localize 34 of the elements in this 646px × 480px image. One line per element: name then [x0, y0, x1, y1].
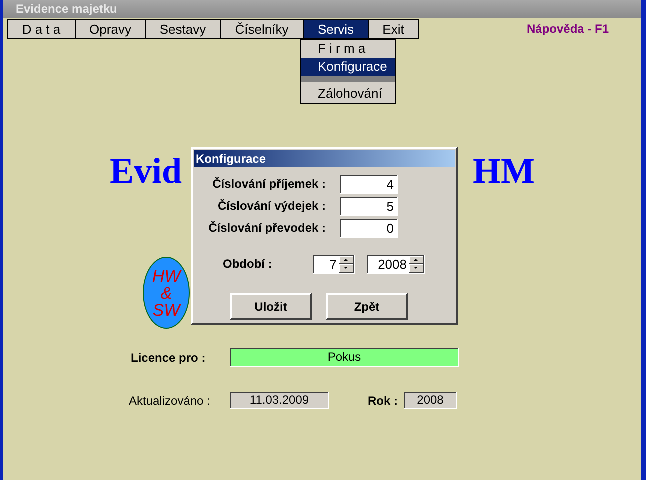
year-spinner[interactable]: 2008 — [367, 254, 425, 274]
logo-text: SW — [152, 302, 180, 318]
input-field[interactable]: 4 — [340, 174, 398, 194]
month-spinner[interactable]: 7 — [313, 254, 355, 274]
window-title: Evidence majetku — [16, 2, 118, 16]
menu-item[interactable]: Opravy — [76, 20, 146, 38]
menu-option[interactable]: Zálohování — [301, 85, 395, 103]
updated-label: Aktualizováno : — [129, 394, 212, 408]
menu-item[interactable]: D a t a — [8, 20, 76, 38]
field-label: Číslování příjemek : — [212, 177, 326, 191]
menu-item[interactable]: Exit — [369, 20, 418, 38]
logo-text: & — [160, 284, 172, 302]
menu-item[interactable]: Servis — [304, 20, 369, 38]
year-label: Rok : — [368, 394, 398, 408]
dialog-button[interactable]: Uložit — [230, 293, 312, 320]
field-label: Číslování převodek : — [208, 221, 326, 235]
field-label: Číslování výdejek : — [216, 199, 326, 213]
licence-label: Licence pro : — [131, 350, 207, 364]
dialog-button[interactable]: Zpět — [326, 293, 408, 320]
updated-field: 11.03.2009 — [230, 392, 329, 409]
dialog-title: Konfigurace — [196, 152, 266, 166]
app-heading: Evid — [110, 151, 182, 191]
menu-item[interactable]: Sestavy — [146, 20, 221, 38]
menu-option[interactable]: F i r m a — [301, 40, 395, 58]
menu-item[interactable]: Číselníky — [221, 20, 304, 38]
input-field[interactable]: 5 — [340, 196, 398, 216]
help-hint: Nápověda - F1 — [527, 22, 610, 36]
licence-field: Pokus — [230, 348, 459, 367]
logo-text: HW — [152, 268, 181, 284]
period-label: Období : — [223, 257, 274, 271]
menu-option[interactable]: Konfigurace — [301, 58, 395, 76]
year-field: 2008 — [404, 392, 457, 409]
input-field[interactable]: 0 — [340, 218, 398, 238]
app-heading: HM — [473, 151, 535, 191]
